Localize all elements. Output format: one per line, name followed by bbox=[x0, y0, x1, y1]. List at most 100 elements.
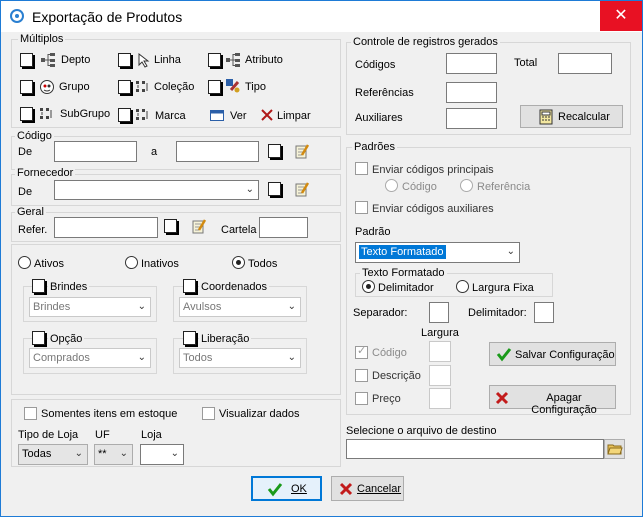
marca-checkbox[interactable] bbox=[118, 108, 131, 122]
padrao-dropdown[interactable]: Texto Formatado ⌄ bbox=[355, 242, 520, 263]
codigo-largura-input[interactable] bbox=[429, 341, 451, 362]
liberacao-checkbox[interactable] bbox=[183, 331, 196, 345]
tipo-checkbox[interactable] bbox=[208, 80, 221, 94]
chevron-down-icon: ⌄ bbox=[137, 301, 146, 312]
calculator-icon bbox=[539, 109, 553, 125]
campo-preco-checkbox[interactable] bbox=[355, 392, 368, 405]
refer-input[interactable] bbox=[54, 217, 158, 238]
geral-label: Geral bbox=[15, 206, 46, 218]
edit-list-icon[interactable] bbox=[191, 218, 207, 234]
linha-label[interactable]: Linha bbox=[154, 54, 181, 66]
pointer-icon bbox=[138, 52, 150, 68]
todos-radio[interactable] bbox=[232, 256, 245, 269]
campo-codigo-checkbox[interactable] bbox=[355, 344, 368, 359]
browse-button[interactable] bbox=[604, 439, 625, 459]
x-icon bbox=[339, 482, 353, 496]
largura-fixa-label[interactable]: Largura Fixa bbox=[472, 282, 534, 294]
apagar-config-button[interactable]: Apagar Configuração bbox=[489, 385, 616, 416]
depto-label[interactable]: Depto bbox=[61, 54, 90, 66]
recalcular-button[interactable]: Recalcular bbox=[520, 105, 623, 128]
cartela-label: Cartela bbox=[221, 224, 257, 236]
codigo-checkbox[interactable] bbox=[268, 144, 281, 158]
depto-checkbox[interactable] bbox=[20, 53, 33, 67]
somente-estoque-label[interactable]: Somentes itens em estoque bbox=[41, 408, 177, 420]
edit-list-icon[interactable] bbox=[294, 143, 310, 159]
atributo-label[interactable]: Atributo bbox=[245, 54, 283, 66]
codigo-radio-label[interactable]: Código bbox=[402, 181, 437, 193]
separador-input[interactable] bbox=[429, 302, 449, 323]
codigo-to-input[interactable] bbox=[176, 141, 259, 162]
colecao-checkbox[interactable] bbox=[118, 80, 131, 94]
coordenados-dropdown[interactable]: Avulsos ⌄ bbox=[179, 297, 301, 317]
limpar-link[interactable]: Limpar bbox=[277, 110, 311, 122]
chevron-down-icon: ⌄ bbox=[74, 448, 83, 459]
referencia-radio[interactable] bbox=[460, 179, 473, 192]
salvar-config-label: Salvar Configuração bbox=[515, 349, 615, 361]
campo-preco-label[interactable]: Preço bbox=[372, 393, 401, 405]
codigo-de-label: De bbox=[18, 146, 33, 158]
enviar-auxiliares-checkbox[interactable] bbox=[355, 201, 368, 214]
marca-label[interactable]: Marca bbox=[155, 110, 186, 122]
atributo-checkbox[interactable] bbox=[208, 53, 221, 67]
auxiliares-count bbox=[446, 108, 497, 129]
grupo-checkbox[interactable] bbox=[20, 80, 33, 94]
visualizar-dados-checkbox[interactable] bbox=[202, 407, 215, 420]
todos-label[interactable]: Todos bbox=[248, 258, 277, 270]
salvar-config-button[interactable]: Salvar Configuração bbox=[489, 342, 616, 366]
folder-icon bbox=[607, 444, 623, 455]
edit-list-icon[interactable] bbox=[294, 181, 310, 197]
colecao-label[interactable]: Coleção bbox=[154, 81, 194, 93]
tipo-loja-dropdown[interactable]: Todas ⌄ bbox=[18, 444, 88, 465]
window-icon[interactable] bbox=[209, 107, 225, 123]
destino-input[interactable] bbox=[346, 439, 604, 459]
tipo-label[interactable]: Tipo bbox=[245, 81, 266, 93]
x-icon[interactable] bbox=[259, 107, 275, 123]
uf-dropdown[interactable]: ** ⌄ bbox=[94, 444, 133, 465]
subgrupo-checkbox[interactable] bbox=[20, 107, 33, 121]
fornecedor-dropdown[interactable]: ⌄ bbox=[54, 180, 259, 200]
enviar-principais-label[interactable]: Enviar códigos principais bbox=[372, 164, 494, 176]
refer-checkbox[interactable] bbox=[164, 219, 177, 233]
inativos-radio[interactable] bbox=[125, 256, 138, 269]
referencia-radio-label[interactable]: Referência bbox=[477, 181, 530, 193]
ver-link[interactable]: Ver bbox=[230, 110, 247, 122]
opcao-dropdown[interactable]: Comprados ⌄ bbox=[29, 348, 151, 368]
codigo-from-input[interactable] bbox=[54, 141, 137, 162]
chevron-down-icon: ⌄ bbox=[245, 184, 254, 195]
fornecedor-checkbox[interactable] bbox=[268, 182, 281, 196]
delimitador-radio[interactable] bbox=[362, 280, 375, 293]
ok-button[interactable]: OK bbox=[251, 476, 322, 501]
inativos-label[interactable]: Inativos bbox=[141, 258, 179, 270]
delimitador-radio-label[interactable]: Delimitador bbox=[378, 282, 434, 294]
campo-descricao-checkbox[interactable] bbox=[355, 369, 368, 382]
enviar-auxiliares-label[interactable]: Enviar códigos auxiliares bbox=[372, 203, 494, 215]
coordenados-checkbox[interactable] bbox=[183, 279, 196, 293]
campo-codigo-label[interactable]: Código bbox=[372, 347, 407, 359]
cartela-input[interactable] bbox=[259, 217, 308, 238]
chevron-down-icon: ⌄ bbox=[287, 301, 296, 312]
campo-descricao-label[interactable]: Descrição bbox=[372, 370, 421, 382]
codigo-label: Código bbox=[15, 130, 54, 142]
brindes-dropdown[interactable]: Brindes ⌄ bbox=[29, 297, 151, 317]
loja-dropdown[interactable]: ⌄ bbox=[140, 444, 184, 465]
liberacao-dropdown[interactable]: Todos ⌄ bbox=[179, 348, 301, 368]
subgrupo-label[interactable]: SubGrupo bbox=[60, 108, 110, 120]
visualizar-dados-label[interactable]: Visualizar dados bbox=[219, 408, 300, 420]
largura-fixa-radio[interactable] bbox=[456, 280, 469, 293]
cancelar-button[interactable]: Cancelar bbox=[331, 476, 404, 501]
ativos-label[interactable]: Ativos bbox=[34, 258, 64, 270]
enviar-principais-checkbox[interactable] bbox=[355, 162, 368, 175]
close-button[interactable]: ✕ bbox=[600, 1, 642, 31]
opcao-checkbox[interactable] bbox=[32, 331, 45, 345]
referencias-count bbox=[446, 82, 497, 103]
ativos-radio[interactable] bbox=[18, 256, 31, 269]
delimitador-input[interactable] bbox=[534, 302, 554, 323]
codigo-radio[interactable] bbox=[385, 179, 398, 192]
brindes-checkbox[interactable] bbox=[32, 279, 45, 293]
descricao-largura-input[interactable] bbox=[429, 365, 451, 386]
tipo-loja-value: Todas bbox=[22, 448, 52, 460]
grupo-label[interactable]: Grupo bbox=[59, 81, 90, 93]
preco-largura-input[interactable] bbox=[429, 388, 451, 409]
linha-checkbox[interactable] bbox=[118, 53, 131, 67]
somente-estoque-checkbox[interactable] bbox=[24, 407, 37, 420]
